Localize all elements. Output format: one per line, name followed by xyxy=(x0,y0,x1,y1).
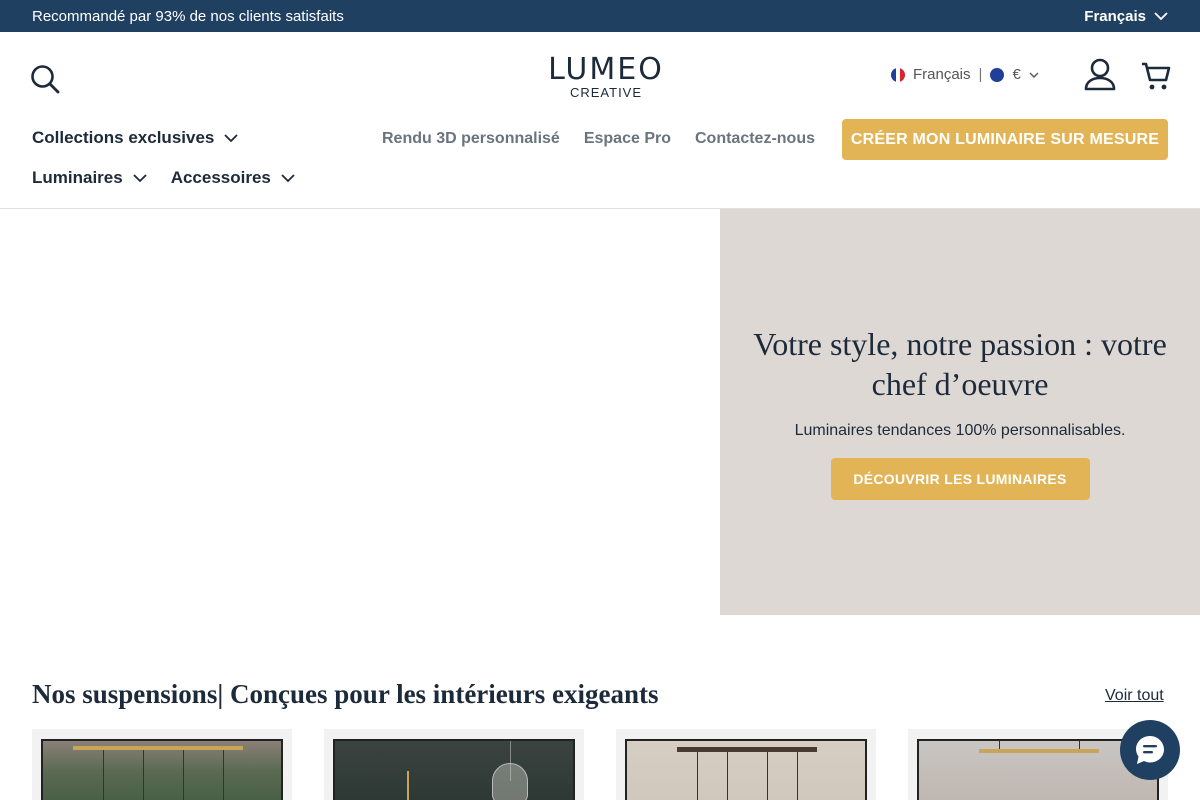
cart-button[interactable] xyxy=(1140,60,1172,92)
nav-item-label: Luminaires xyxy=(32,168,123,187)
hero-image-area xyxy=(0,209,720,615)
search-icon xyxy=(31,65,60,94)
product-image xyxy=(333,739,575,800)
hero-title: Votre style, notre passion : votre chef … xyxy=(753,326,1167,402)
announcement-text: Recommandé par 93% de nos clients satisf… xyxy=(32,7,344,25)
nav-item-label: Collections exclusives xyxy=(32,128,215,147)
locale-selector[interactable]: Français | € xyxy=(891,66,1039,83)
locale-currency: € xyxy=(1012,66,1021,83)
chevron-down-icon xyxy=(133,173,147,182)
hero-subtitle: Luminaires tendances 100% personnalisabl… xyxy=(794,422,1126,439)
site-logo[interactable]: LUMEO CREATIVE xyxy=(548,54,664,100)
logo-subtitle: CREATIVE xyxy=(569,85,643,100)
product-card[interactable] xyxy=(616,729,876,800)
product-image xyxy=(625,739,867,800)
france-flag-icon xyxy=(891,67,905,82)
chat-button[interactable] xyxy=(1120,720,1180,780)
user-icon xyxy=(1084,58,1116,91)
chevron-down-icon xyxy=(281,173,295,182)
primary-nav-row-1: Collections exclusives xyxy=(32,128,239,148)
search-button[interactable] xyxy=(30,64,60,94)
see-all-link[interactable]: Voir tout xyxy=(1105,687,1164,705)
nav-item-label: Accessoires xyxy=(170,168,271,187)
nav-item-collections-exclusives[interactable]: Collections exclusives xyxy=(32,128,239,148)
create-custom-lamp-button[interactable]: CRÉER MON LUMINAIRE SUR MESURE xyxy=(842,119,1168,160)
currency-region-icon xyxy=(990,67,1005,82)
product-card[interactable] xyxy=(324,729,584,800)
nav-item-accessoires[interactable]: Accessoires xyxy=(171,168,295,188)
topbar-language-selector[interactable]: Français xyxy=(1084,8,1168,25)
shopping-cart-icon xyxy=(1142,62,1171,90)
product-image xyxy=(41,739,283,800)
discover-lamps-button[interactable]: DÉCOUVRIR LES LUMINAIRES xyxy=(830,458,1090,500)
primary-nav-row-2: Luminaires Accessoires xyxy=(32,168,295,188)
secondary-nav: Rendu 3D personnalisé Espace Pro Contact… xyxy=(382,130,815,148)
topbar-language-label: Français xyxy=(1084,7,1146,25)
locale-divider: | xyxy=(978,66,983,83)
section-title: Nos suspensions| Conçues pour les intéri… xyxy=(32,679,659,709)
nav-link-espace-pro[interactable]: Espace Pro xyxy=(584,130,671,148)
logo-wordmark: LUMEO xyxy=(548,52,664,87)
nav-item-luminaires[interactable]: Luminaires xyxy=(32,168,147,188)
chat-bubble-icon xyxy=(1136,736,1164,764)
hero-panel: Votre style, notre passion : votre chef … xyxy=(720,209,1200,615)
chevron-down-icon xyxy=(224,133,239,142)
nav-link-rendu-3d[interactable]: Rendu 3D personnalisé xyxy=(382,130,560,148)
announcement-bar: Recommandé par 93% de nos clients satisf… xyxy=(0,0,1200,32)
account-button[interactable] xyxy=(1084,58,1116,92)
locale-language: Français xyxy=(913,66,971,83)
nav-link-contact[interactable]: Contactez-nous xyxy=(695,130,815,148)
chevron-down-icon xyxy=(1154,11,1168,20)
site-header: LUMEO CREATIVE Français | € Collections … xyxy=(0,32,1200,209)
product-card[interactable] xyxy=(32,729,292,800)
chevron-down-icon xyxy=(1029,72,1039,78)
